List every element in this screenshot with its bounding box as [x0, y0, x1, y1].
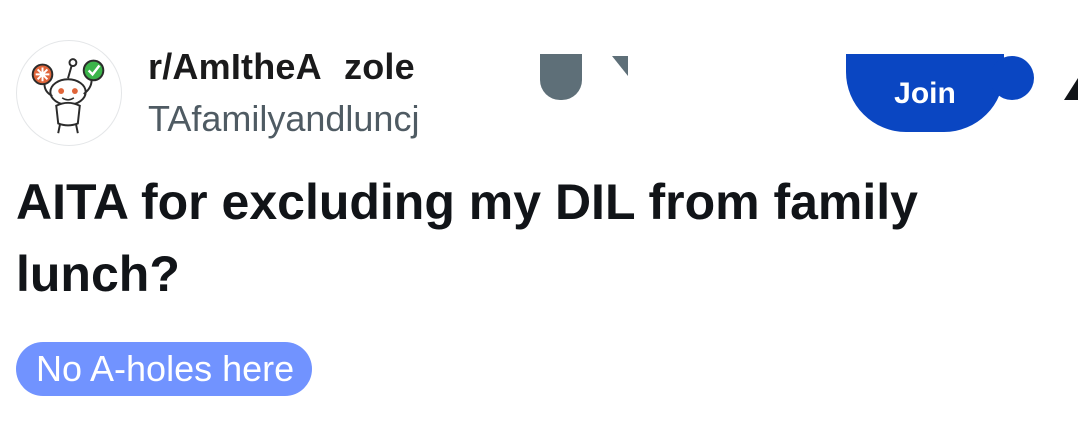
join-button[interactable]: Join	[846, 54, 1004, 132]
join-button-edge	[990, 56, 1034, 100]
post-flair-badge[interactable]: No A-holes here	[16, 342, 313, 396]
post-header: r/AmItheA zole TAfamilyandluncj Join AIT…	[0, 0, 1080, 422]
rendering-artifact	[612, 56, 628, 76]
subreddit-name[interactable]: r/AmItheA zole	[148, 46, 415, 88]
post-title[interactable]: AITA for excluding my DIL from family lu…	[16, 166, 1056, 310]
author-username[interactable]: TAfamilyandluncj	[148, 98, 419, 140]
subreddit-avatar-icon[interactable]	[16, 40, 122, 146]
snoo-mascot-icon	[31, 58, 105, 134]
overflow-icon[interactable]	[1064, 78, 1078, 100]
join-label: Join	[894, 77, 956, 110]
rendering-artifact	[540, 54, 582, 100]
